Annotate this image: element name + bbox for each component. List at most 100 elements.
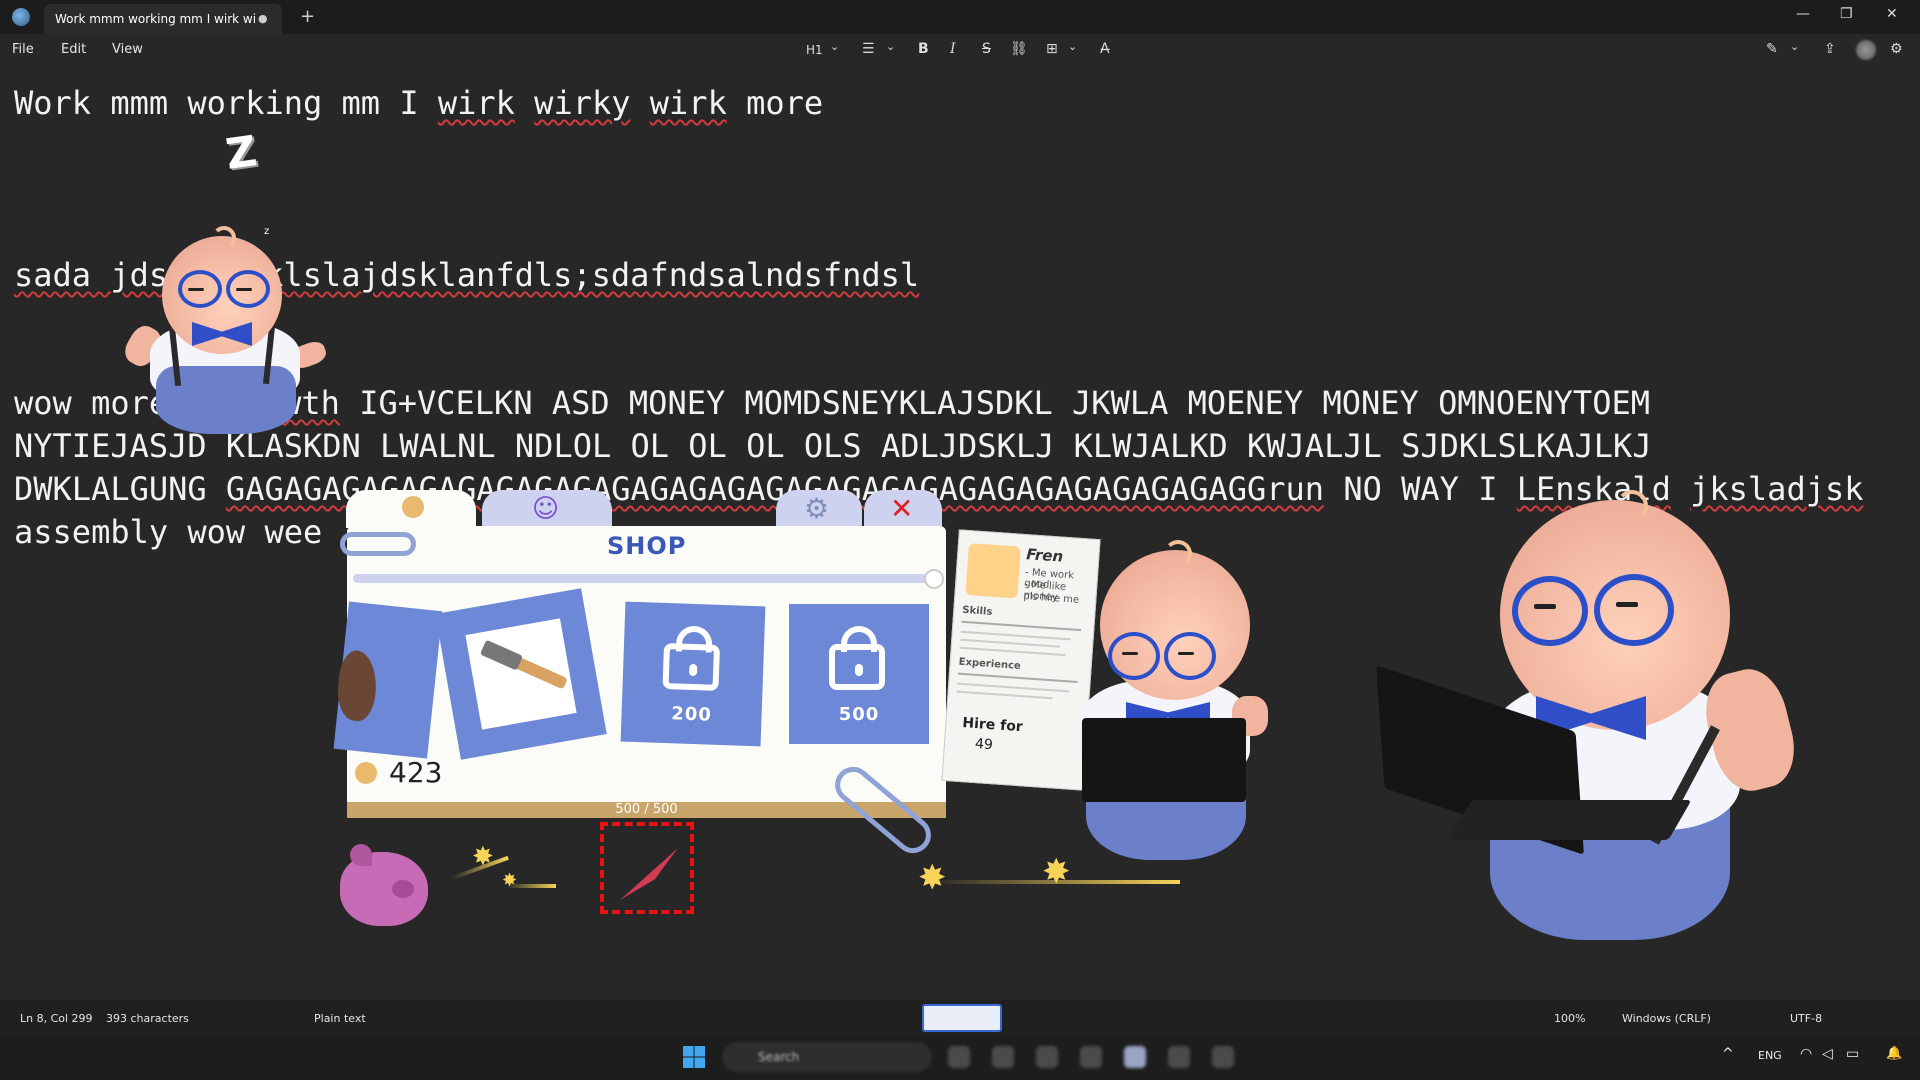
taskbar-app-icon[interactable] — [1080, 1046, 1102, 1068]
taskbar-app-icon[interactable] — [1168, 1046, 1190, 1068]
language-indicator[interactable]: ENG — [1758, 1049, 1782, 1062]
taskbar-search[interactable]: Search — [722, 1042, 932, 1072]
misspelled-word: wirk — [437, 84, 515, 122]
encoding[interactable]: UTF-8 — [1790, 1012, 1822, 1025]
laptop-icon — [1082, 718, 1246, 802]
chevron-down-icon[interactable]: ⌄ — [1790, 40, 1799, 53]
link-icon[interactable]: ⛓ — [1010, 41, 1028, 57]
text-format[interactable]: Plain text — [314, 1012, 366, 1025]
shop-title: SHOP — [607, 532, 687, 560]
sleeping-baby-character[interactable] — [120, 226, 340, 436]
shop-tab-settings[interactable]: ⚙ — [776, 490, 862, 528]
coin-icon — [402, 496, 424, 518]
sparkle-icon: ✸ — [502, 870, 518, 891]
baby-eye — [1534, 604, 1556, 609]
taskbar-app-icon[interactable] — [1036, 1046, 1058, 1068]
baby-eye — [1178, 652, 1194, 655]
menu-bar: File Edit View H1 ⌄ ☰ ⌄ B I S ⛓ ⊞ ⌄ A̶ ✎… — [0, 34, 1920, 66]
battery-icon[interactable]: ▭ — [1846, 1046, 1859, 1062]
text-run — [631, 84, 650, 122]
text-run: Work mmm working mm I — [14, 84, 438, 122]
pen-icon[interactable]: ✎ — [1766, 41, 1778, 57]
laptop-keyboard — [1448, 800, 1692, 840]
wifi-icon[interactable]: ◠ — [1800, 1046, 1812, 1062]
taskbar: Search ^ ENG ◠ ◁ ▭ 🔔 — [0, 1034, 1920, 1080]
baby-eye — [1122, 652, 1138, 655]
chevron-down-icon[interactable]: ⌄ — [886, 40, 895, 53]
baby-glasses — [1108, 632, 1160, 680]
windows-start-icon[interactable] — [683, 1046, 705, 1068]
party-popper-icon — [620, 848, 678, 900]
line-ending[interactable]: Windows (CRLF) — [1622, 1012, 1711, 1025]
notification-bell-icon[interactable]: 🔔 — [1886, 1046, 1902, 1061]
hammer-icon — [479, 639, 523, 671]
big-working-baby-character[interactable] — [1376, 490, 1804, 950]
resume-skills-heading: Skills — [961, 604, 993, 618]
sparkle-icon: ✸ — [1042, 852, 1071, 892]
tab-title: Work mmm working mm I wirk wi — [55, 12, 257, 26]
taskbar-app-icon[interactable] — [1124, 1046, 1146, 1068]
character-count: 393 characters — [106, 1012, 189, 1025]
maximize-button[interactable]: ❐ — [1840, 6, 1853, 22]
menu-view[interactable]: View — [112, 42, 143, 57]
show-hidden-icons-chevron-icon[interactable]: ^ — [1722, 1046, 1734, 1062]
shop-tab-close[interactable]: ✕ — [864, 490, 942, 528]
item-price: 200 — [670, 703, 713, 726]
strikethrough-button[interactable]: S — [982, 41, 991, 57]
resume-text-line — [959, 646, 1066, 657]
shop-item-hammer[interactable] — [435, 588, 607, 760]
close-window-button[interactable]: ✕ — [1886, 6, 1898, 22]
zoom-level[interactable]: 100% — [1554, 1012, 1585, 1025]
title-bar: Work mmm working mm I wirk wi ● + — ❐ ✕ — [0, 0, 1920, 34]
shop-item-locked-500[interactable]: 500 — [789, 604, 929, 744]
shop-scroll-track[interactable] — [353, 574, 928, 583]
shop-tab-coin[interactable] — [346, 490, 476, 528]
taskbar-app-icon[interactable] — [1212, 1046, 1234, 1068]
misspelled-word: klslajdsklanfdls;sdafndsalndsfndsl — [264, 256, 920, 294]
taskbar-app-icon[interactable] — [992, 1046, 1014, 1068]
doc-line-6: assembly wow wee — [14, 513, 323, 551]
shop-item-hand[interactable] — [333, 601, 443, 759]
bold-button[interactable]: B — [918, 41, 929, 57]
cursor-position[interactable]: Ln 8, Col 299 — [20, 1012, 93, 1025]
item-price: 500 — [838, 704, 880, 725]
volume-icon[interactable]: ◁ — [1822, 1046, 1833, 1062]
menu-edit[interactable]: Edit — [61, 42, 86, 57]
account-avatar[interactable] — [1856, 40, 1876, 60]
table-icon[interactable]: ⊞ — [1046, 41, 1058, 57]
working-baby-character[interactable] — [1060, 540, 1280, 870]
pig-ear — [350, 844, 372, 866]
doc-line-1: Work mmm working mm I wirk wirky wirk mo… — [14, 84, 823, 122]
italic-button[interactable]: I — [950, 41, 956, 57]
baby-hair-curl — [1164, 540, 1192, 568]
shop-scroll-knob[interactable] — [924, 569, 944, 589]
chevron-down-icon[interactable]: ⌄ — [1068, 40, 1077, 53]
taskbar-preview-thumbnail[interactable] — [922, 1004, 1002, 1032]
coin-icon — [355, 762, 377, 784]
sparkle-icon: ✸ — [918, 858, 947, 898]
list-icon[interactable]: ☰ — [862, 41, 875, 57]
piggy-bank-icon[interactable] — [340, 844, 428, 926]
text-run — [515, 84, 534, 122]
baby-hair-curl — [1616, 490, 1648, 522]
minimize-button[interactable]: — — [1796, 6, 1810, 22]
coin-count: 423 — [389, 756, 443, 789]
clear-formatting-icon[interactable]: A̶ — [1100, 41, 1110, 57]
shop-tab-smile[interactable]: ☺ — [482, 490, 612, 528]
paperclip-icon — [340, 532, 416, 556]
unsaved-dot-icon[interactable]: ● — [258, 12, 268, 25]
shop-item-locked-200[interactable]: 200 — [620, 601, 766, 747]
taskbar-app-icon[interactable] — [948, 1046, 970, 1068]
baby-hair-curl — [212, 226, 236, 250]
resume-experience-heading: Experience — [958, 656, 1022, 672]
share-icon[interactable]: ⇪ — [1824, 41, 1836, 57]
baby-closed-eye — [188, 288, 204, 291]
new-tab-button[interactable]: + — [300, 6, 315, 27]
misspelled-word: wirky — [534, 84, 631, 122]
chevron-down-icon[interactable]: ⌄ — [830, 40, 839, 53]
settings-gear-icon[interactable]: ⚙ — [1890, 41, 1903, 57]
heading-dropdown[interactable]: H1 — [806, 43, 823, 57]
menu-file[interactable]: File — [12, 42, 34, 57]
selected-confetti-item[interactable] — [600, 822, 694, 914]
tab-document[interactable]: Work mmm working mm I wirk wi ● — [44, 4, 282, 34]
